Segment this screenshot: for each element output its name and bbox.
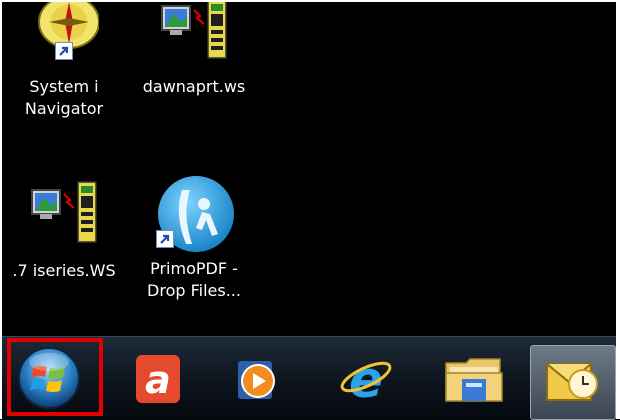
workstation-session-icon <box>24 180 104 244</box>
outlook-icon <box>546 363 598 401</box>
desktop-icon-primopdf[interactable]: PrimoPDF - Drop Files... <box>134 174 254 302</box>
internet-explorer-icon: e <box>340 351 392 409</box>
media-player-button[interactable] <box>228 351 292 415</box>
svg-text:a: a <box>145 358 171 402</box>
app-a-button[interactable]: a <box>130 351 194 415</box>
desktop-icon-label: System i Navigator <box>24 77 104 118</box>
desktop-icon-system-i-navigator[interactable]: System i Navigator <box>4 0 124 120</box>
system-i-navigator-icon <box>29 0 100 60</box>
internet-explorer-button[interactable]: e <box>336 349 400 413</box>
screen-frame-right <box>616 0 620 419</box>
desktop-icon-label: dawnaprt.ws <box>142 77 246 96</box>
desktop: System i Navigator dawnaprt.ws .7 iserie… <box>0 0 620 336</box>
shortcut-arrow-icon <box>55 42 73 60</box>
red-a-app-icon: a <box>136 355 180 403</box>
outlook-button[interactable] <box>530 345 616 420</box>
folder-icon <box>445 358 503 402</box>
desktop-icon-label: PrimoPDF - Drop Files... <box>147 259 241 300</box>
workstation-session-icon <box>154 0 234 60</box>
media-player-icon <box>238 361 275 399</box>
file-explorer-button[interactable] <box>442 349 506 413</box>
shortcut-arrow-icon <box>156 230 174 248</box>
desktop-icon-iseries-ws[interactable]: .7 iseries.WS <box>4 180 124 282</box>
desktop-icon-label: .7 iseries.WS <box>12 261 116 280</box>
primopdf-icon <box>152 174 236 258</box>
start-button-highlight <box>7 338 103 416</box>
screen-frame-top <box>0 0 620 2</box>
desktop-icon-dawnaprt[interactable]: dawnaprt.ws <box>134 0 254 98</box>
